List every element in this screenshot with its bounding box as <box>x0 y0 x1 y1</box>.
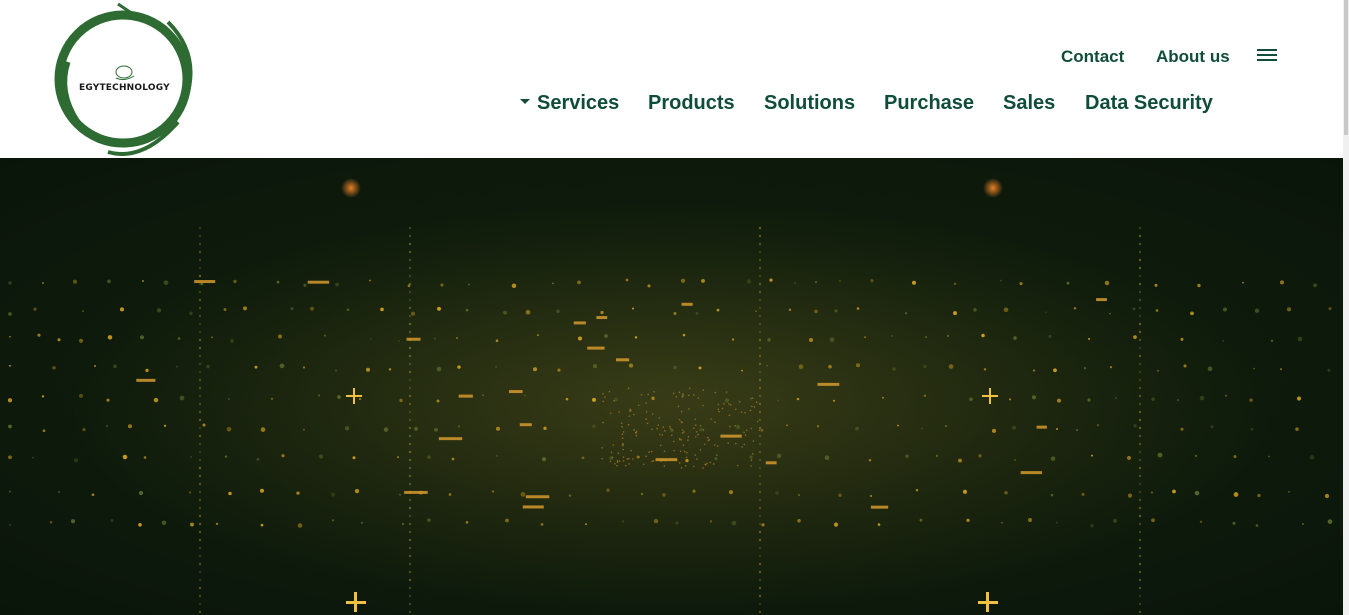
nav-item-services[interactable]: Services <box>537 92 619 115</box>
hamburger-menu-icon[interactable] <box>1257 47 1277 63</box>
logo-ring-icon <box>54 2 193 156</box>
site-logo[interactable]: EGYTECHNOLOGY <box>48 2 200 156</box>
nav-item-sales[interactable]: Sales <box>1003 92 1055 115</box>
nav-item-products[interactable]: Products <box>648 92 735 115</box>
nav-item-solutions[interactable]: Solutions <box>764 92 855 115</box>
hero-digital-grid-image <box>0 158 1343 615</box>
top-nav-contact[interactable]: Contact <box>1061 47 1124 67</box>
chevron-down-icon[interactable] <box>520 99 530 104</box>
hero-banner <box>0 158 1343 615</box>
scrollbar-thumb[interactable] <box>1344 0 1348 135</box>
site-header <box>0 0 1343 158</box>
top-nav-about-us[interactable]: About us <box>1156 47 1230 67</box>
nav-item-purchase[interactable]: Purchase <box>884 92 974 115</box>
nav-item-data-security[interactable]: Data Security <box>1085 92 1213 115</box>
logo-text: EGYTECHNOLOGY <box>79 83 170 93</box>
